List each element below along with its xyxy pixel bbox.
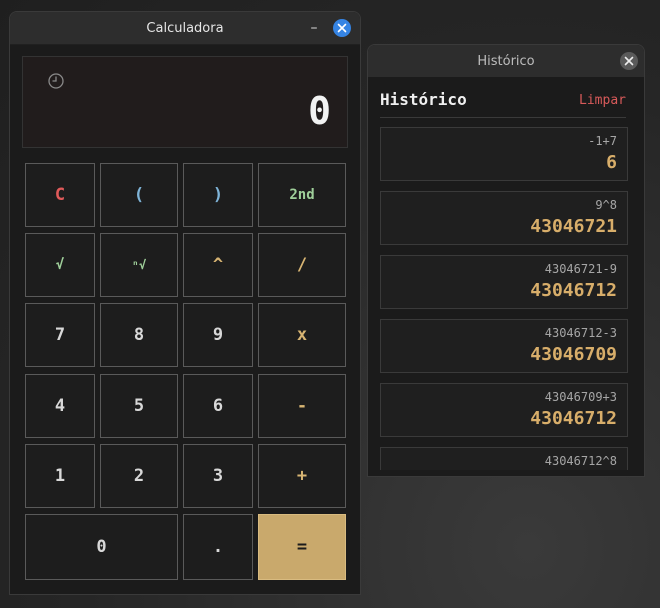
digit-8-button[interactable]: 8	[100, 303, 178, 367]
history-titlebar[interactable]: Histórico	[368, 45, 644, 77]
calculator-title: Calculadora	[146, 20, 224, 36]
digit-9-button[interactable]: 9	[183, 303, 253, 367]
calculator-display: 0	[22, 56, 348, 148]
close-paren-button[interactable]: )	[183, 163, 253, 227]
digit-3-button[interactable]: 3	[183, 444, 253, 508]
nth-root-button[interactable]: ⁿ√	[100, 233, 178, 297]
history-expression: 43046721-9	[544, 262, 617, 276]
open-paren-button[interactable]: (	[100, 163, 178, 227]
history-list[interactable]: -1+7 6 9^8 43046721 43046721-9 43046712 …	[380, 127, 628, 470]
minus-button[interactable]: -	[258, 374, 346, 438]
history-item[interactable]: 9^8 43046721	[380, 191, 628, 245]
digit-5-button[interactable]: 5	[100, 374, 178, 438]
power-button[interactable]: ^	[183, 233, 253, 297]
history-expression: 43046712-3	[544, 326, 617, 340]
history-result: 43046709	[530, 344, 617, 365]
digit-7-button[interactable]: 7	[25, 303, 95, 367]
close-icon	[624, 56, 634, 66]
history-item[interactable]: -1+7 6	[380, 127, 628, 181]
digit-0-button[interactable]: 0	[25, 514, 178, 580]
digit-6-button[interactable]: 6	[183, 374, 253, 438]
digit-2-button[interactable]: 2	[100, 444, 178, 508]
history-expression: 9^8	[595, 198, 617, 212]
digit-1-button[interactable]: 1	[25, 444, 95, 508]
close-button[interactable]	[333, 19, 351, 37]
history-close-button[interactable]	[620, 52, 638, 70]
clock-icon	[48, 73, 64, 89]
decimal-point-button[interactable]: .	[183, 514, 253, 580]
calculator-window: Calculadora – 0 C ( ) 2nd √ ⁿ√ ^ / 7 8 9…	[9, 11, 361, 595]
minimize-button[interactable]: –	[306, 20, 322, 36]
history-expression: 43046712^8	[544, 454, 617, 468]
history-expression: -1+7	[588, 134, 617, 148]
history-expression: 43046709+3	[544, 390, 617, 404]
display-value: 0	[308, 89, 331, 133]
multiply-button[interactable]: x	[258, 303, 346, 367]
close-icon	[337, 23, 347, 33]
clear-button[interactable]: C	[25, 163, 95, 227]
history-item[interactable]: 43046712^8	[380, 447, 628, 470]
history-result: 43046712	[530, 280, 617, 301]
clear-history-button[interactable]: Limpar	[579, 93, 626, 108]
history-result: 43046712	[530, 408, 617, 429]
history-heading: Histórico	[380, 90, 467, 109]
history-item[interactable]: 43046721-9 43046712	[380, 255, 628, 309]
square-root-button[interactable]: √	[25, 233, 95, 297]
plus-button[interactable]: +	[258, 444, 346, 508]
history-result: 43046721	[530, 216, 617, 237]
equals-button[interactable]: =	[258, 514, 346, 580]
history-window: Histórico Histórico Limpar -1+7 6 9^8 43…	[367, 44, 645, 477]
history-item[interactable]: 43046709+3 43046712	[380, 383, 628, 437]
history-toggle-button[interactable]	[47, 72, 65, 90]
history-header: Histórico Limpar	[380, 88, 626, 118]
history-window-title: Histórico	[477, 53, 535, 69]
history-item[interactable]: 43046712-3 43046709	[380, 319, 628, 373]
calculator-titlebar[interactable]: Calculadora –	[10, 12, 360, 45]
second-function-button[interactable]: 2nd	[258, 163, 346, 227]
divide-button[interactable]: /	[258, 233, 346, 297]
history-result: 6	[606, 152, 617, 173]
digit-4-button[interactable]: 4	[25, 374, 95, 438]
